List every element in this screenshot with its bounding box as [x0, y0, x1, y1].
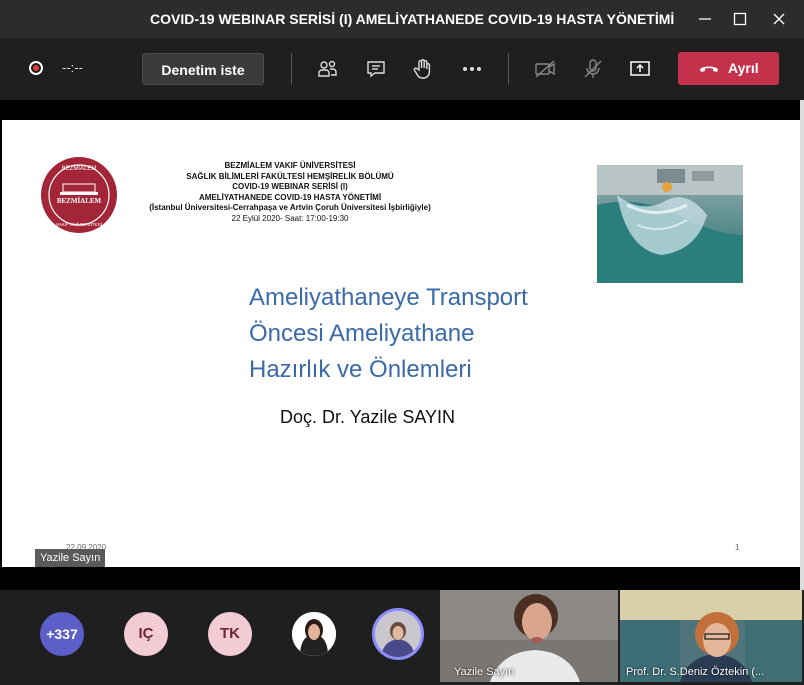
- header-line: SAĞLIK BİLİMLERİ FAKÜLTESİ HEMŞİRELİK BÖ…: [186, 171, 394, 181]
- logo-top-text: BEZMİALEM: [62, 165, 97, 172]
- video-tile-name: Yazile Sayın: [454, 666, 515, 678]
- logo-bottom-text: VAKIF ÜNİVERSİTESİ: [56, 221, 102, 227]
- meeting-toolbar: --:-- Denetim iste Ayrıl: [0, 38, 804, 100]
- header-line: 22 Eylül 2020- Saat: 17:00-19:30: [231, 213, 349, 223]
- window-title: COVID-19 WEBINAR SERİSİ (I) AMELİYATHANE…: [150, 11, 675, 27]
- participant-avatar[interactable]: IÇ: [124, 612, 168, 656]
- video-tile-name: Prof. Dr. S.Deniz Öztekin (...: [626, 666, 765, 678]
- operating-room-photo: [597, 165, 743, 283]
- more-participants-badge[interactable]: +337: [40, 612, 84, 656]
- header-line: COVID-19 WEBINAR SERİSİ (I): [232, 182, 348, 191]
- header-line: BEZMİALEM VAKIF ÜNİVERSİTESİ: [224, 161, 356, 170]
- title-bar: COVID-19 WEBINAR SERİSİ (I) AMELİYATHANE…: [0, 0, 804, 38]
- presentation-slide: BEZMİALEM BEZMİALEM VAKIF ÜNİVERSİTESİ B…: [2, 120, 800, 567]
- request-control-button[interactable]: Denetim iste: [142, 53, 264, 85]
- meeting-timer: --:--: [62, 60, 83, 75]
- participant-avatar[interactable]: [292, 612, 336, 656]
- toolbar-divider: [291, 53, 292, 85]
- camera-off-icon[interactable]: [533, 57, 557, 81]
- header-line: AMELİYATHANEDE COVID-19 HASTA YÖNETİMİ: [198, 192, 382, 202]
- hang-up-icon: [698, 60, 720, 79]
- active-speaker-avatar[interactable]: [372, 608, 424, 660]
- close-icon[interactable]: [768, 8, 790, 30]
- microphone-off-icon[interactable]: [581, 57, 605, 81]
- video-tile[interactable]: Prof. Dr. S.Deniz Öztekin (...: [620, 590, 802, 682]
- background-window-strip: [800, 100, 804, 590]
- slide-title-line: Öncesi Ameliyathane: [249, 320, 475, 347]
- slide-author: Doç. Dr. Yazile SAYIN: [280, 407, 456, 427]
- maximize-icon[interactable]: [729, 8, 751, 30]
- video-tile[interactable]: Yazile Sayın: [440, 590, 618, 682]
- leave-label: Ayrıl: [728, 60, 759, 76]
- chat-icon[interactable]: [364, 57, 388, 81]
- participants-icon[interactable]: [316, 57, 340, 81]
- raise-hand-icon[interactable]: [411, 57, 435, 81]
- recording-icon: [29, 61, 43, 75]
- slide-header-text: BEZMİALEM VAKIF ÜNİVERSİTESİ SAĞLIK BİLİ…: [132, 161, 448, 224]
- slide-page-number: 1: [735, 543, 740, 552]
- logo-name-text: BEZMİALEM: [57, 197, 102, 205]
- minimize-icon[interactable]: [694, 8, 716, 30]
- slide-title: Ameliyathaneye Transport Öncesi Ameliyat…: [249, 280, 528, 388]
- participant-avatar[interactable]: TK: [208, 612, 252, 656]
- slide-title-line: Hazırlık ve Önlemleri: [249, 356, 472, 383]
- leave-button[interactable]: Ayrıl: [678, 52, 779, 85]
- university-seal-logo: BEZMİALEM BEZMİALEM VAKIF ÜNİVERSİTESİ: [40, 156, 118, 234]
- toolbar-divider: [508, 53, 509, 85]
- shared-content-stage: BEZMİALEM BEZMİALEM VAKIF ÜNİVERSİTESİ B…: [0, 100, 800, 590]
- header-line: (İstanbul Üniversitesi-Cerrahpaşa ve Art…: [149, 203, 431, 212]
- share-screen-icon[interactable]: [628, 57, 652, 81]
- presenter-name-tag: Yazile Sayın: [35, 549, 106, 567]
- slide-title-line: Ameliyathaneye Transport: [249, 284, 528, 311]
- more-options-icon[interactable]: [460, 57, 484, 81]
